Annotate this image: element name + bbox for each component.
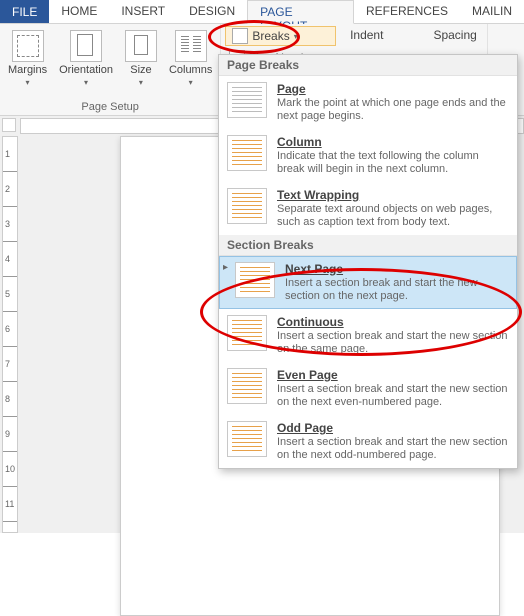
size-icon — [125, 30, 157, 62]
menu-header-page-breaks: Page Breaks — [219, 55, 517, 76]
breaks-label: Breaks — [252, 29, 289, 43]
chevron-down-icon: ▾ — [26, 78, 30, 87]
tab-references[interactable]: REFERENCES — [354, 0, 460, 23]
group-page-setup: Margins ▾ Orientation ▾ Size ▾ Columns ▾ Pag… — [0, 24, 221, 115]
menu-item-even-page[interactable]: Even Page Insert a section break and sta… — [219, 362, 517, 415]
menu-item-column[interactable]: Column Indicate that the text following … — [219, 129, 517, 182]
breaks-icon — [232, 28, 248, 44]
odd-page-icon — [227, 421, 267, 457]
vertical-ruler[interactable]: 12 345 678 91011 — [2, 136, 18, 533]
page-break-icon — [227, 82, 267, 118]
menu-item-page[interactable]: Page Mark the point at which one page en… — [219, 76, 517, 129]
tab-design[interactable]: DESIGN — [177, 0, 247, 23]
spacing-label: Spacing — [433, 28, 476, 42]
menu-item-desc: Indicate that the text following the col… — [277, 150, 509, 176]
indent-label: Indent — [350, 28, 383, 42]
tab-file[interactable]: FILE — [0, 0, 49, 23]
text-wrapping-icon — [227, 188, 267, 224]
tab-page-layout[interactable]: PAGE LAYOUT — [247, 0, 354, 24]
menu-item-title: Page — [277, 82, 509, 96]
breaks-button[interactable]: Breaks ▾ — [225, 26, 336, 46]
chevron-down-icon: ▾ — [84, 78, 88, 87]
continuous-icon — [227, 315, 267, 351]
menu-item-title: Even Page — [277, 368, 509, 382]
margins-button[interactable]: Margins ▾ — [6, 28, 49, 89]
menu-item-title: Column — [277, 135, 509, 149]
menu-item-title: Odd Page — [277, 421, 509, 435]
menu-item-title: Next Page — [285, 262, 509, 276]
menu-item-title: Continuous — [277, 315, 509, 329]
next-page-icon — [235, 262, 275, 298]
column-break-icon — [227, 135, 267, 171]
tab-insert[interactable]: INSERT — [109, 0, 177, 23]
chevron-down-icon: ▾ — [189, 78, 193, 87]
menu-item-desc: Insert a section break and start the new… — [277, 383, 509, 409]
columns-button[interactable]: Columns ▾ — [167, 28, 214, 89]
columns-icon — [175, 30, 207, 62]
menu-header-section-breaks: Section Breaks — [219, 235, 517, 256]
menu-item-continuous[interactable]: Continuous Insert a section break and st… — [219, 309, 517, 362]
tab-mailings[interactable]: MAILIN — [460, 0, 524, 23]
margins-label: Margins — [8, 64, 47, 76]
size-button[interactable]: Size ▾ — [123, 28, 159, 89]
breaks-menu: Page Breaks Page Mark the point at which… — [218, 54, 518, 469]
ruler-corner — [2, 118, 16, 132]
ruler-marks: 12 345 678 91011 — [5, 137, 15, 522]
chevron-down-icon: ▾ — [139, 78, 143, 87]
orientation-icon — [70, 30, 102, 62]
chevron-down-icon: ▾ — [294, 32, 298, 41]
menu-item-text-wrapping[interactable]: Text Wrapping Separate text around objec… — [219, 182, 517, 235]
selection-arrow-icon: ▸ — [223, 262, 228, 273]
size-label: Size — [130, 64, 151, 76]
columns-label: Columns — [169, 64, 212, 76]
margins-icon — [12, 30, 44, 62]
menu-item-title: Text Wrapping — [277, 188, 509, 202]
group-label-page-setup: Page Setup — [6, 99, 214, 113]
orientation-label: Orientation — [59, 64, 113, 76]
ribbon-tabs: FILE HOME INSERT DESIGN PAGE LAYOUT REFE… — [0, 0, 524, 24]
menu-item-desc: Separate text around objects on web page… — [277, 203, 509, 229]
even-page-icon — [227, 368, 267, 404]
menu-item-desc: Insert a section break and start the new… — [285, 277, 509, 303]
menu-item-desc: Insert a section break and start the new… — [277, 436, 509, 462]
tab-home[interactable]: HOME — [49, 0, 109, 23]
orientation-button[interactable]: Orientation ▾ — [57, 28, 115, 89]
menu-item-odd-page[interactable]: Odd Page Insert a section break and star… — [219, 415, 517, 468]
menu-item-desc: Insert a section break and start the new… — [277, 330, 509, 356]
menu-item-desc: Mark the point at which one page ends an… — [277, 97, 509, 123]
menu-item-next-page[interactable]: ▸ Next Page Insert a section break and s… — [219, 256, 517, 309]
